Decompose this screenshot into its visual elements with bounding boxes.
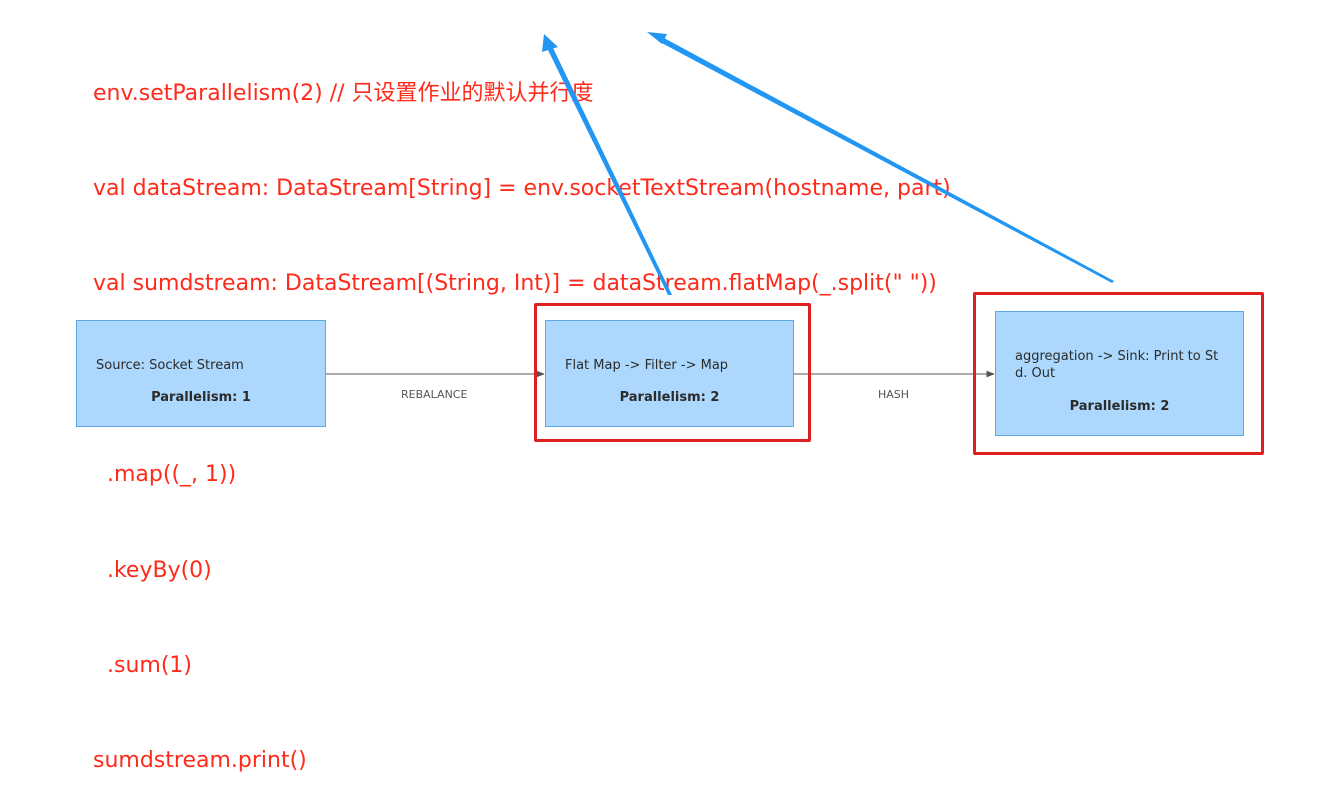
code-line-keyby: .keyBy(0) [93,557,212,583]
arrow-flatmap-to-code [547,48,672,295]
arrow-aggregation-to-code [658,38,1114,283]
code-line-sum: .sum(1) [93,652,192,678]
annotation-arrows [542,32,1114,295]
arrow-flatmap-head [542,34,558,52]
code-line-print: sumdstream.print() [93,748,307,774]
